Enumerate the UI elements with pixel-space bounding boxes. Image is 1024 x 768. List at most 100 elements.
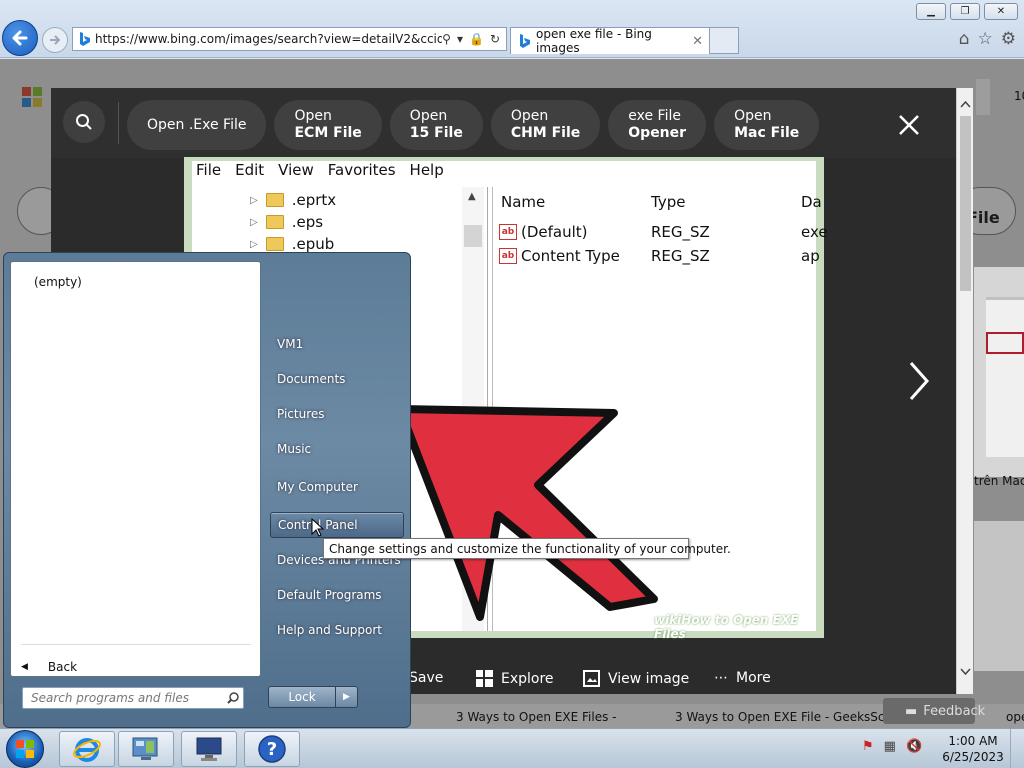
start-item-vm1[interactable]: VM1 — [270, 331, 404, 357]
related-search-chip[interactable]: Open .Exe File — [127, 100, 267, 150]
next-image-icon[interactable] — [908, 360, 930, 402]
start-item-pictures[interactable]: Pictures — [270, 401, 404, 427]
view-image-label: View image — [608, 670, 690, 687]
system-tray: ⚑ ▦ 🔇 — [862, 739, 922, 754]
clock[interactable]: 1:00 AM 6/25/2023 — [942, 733, 1004, 765]
volume-muted-icon[interactable]: 🔇 — [906, 739, 922, 754]
save-button[interactable]: Save — [409, 670, 443, 686]
view-image-button[interactable]: View image — [583, 670, 689, 687]
search-icon — [227, 692, 239, 704]
taskbar-server-manager[interactable] — [118, 731, 174, 767]
regedit-menu-item: File — [196, 161, 222, 179]
search-icon[interactable]: ⚲ — [442, 32, 451, 46]
forward-button[interactable] — [42, 27, 68, 53]
home-icon[interactable]: ⌂ — [959, 29, 970, 49]
chevron-up-icon: ▲ — [468, 191, 476, 202]
more-button[interactable]: ⋯ More — [714, 670, 771, 686]
related-caption[interactable]: ope — [1006, 710, 1024, 724]
maximize-button[interactable]: ❐ — [950, 3, 980, 20]
visual-search-button[interactable] — [63, 101, 105, 143]
tree-item: ▷ .eps — [250, 213, 324, 231]
wikihow-watermark: wikiHow to Open EXE Files — [654, 613, 799, 641]
results-count: 10 — [1014, 89, 1024, 103]
feedback-button[interactable]: ▬ Feedback — [883, 698, 985, 724]
column-header: Da — [801, 193, 822, 211]
start-menu: (empty) ◀ Back Search programs and files… — [3, 252, 411, 728]
more-label: More — [736, 670, 771, 686]
string-value-icon: ab — [499, 248, 517, 264]
related-image-thumbnail[interactable] — [974, 267, 1024, 477]
back-button[interactable]: ◀ Back — [21, 660, 77, 674]
string-value-icon: ab — [499, 224, 517, 240]
close-icon[interactable] — [894, 110, 924, 140]
registry-value-row: ab (Default) — [499, 221, 588, 243]
address-url[interactable]: https://www.bing.com/images/search?view=… — [95, 32, 442, 46]
column-header: Name — [501, 193, 546, 211]
refresh-icon[interactable]: ↻ — [490, 32, 500, 46]
address-bar[interactable]: https://www.bing.com/images/search?view=… — [72, 27, 507, 51]
control-panel-tooltip: Change settings and customize the functi… — [323, 538, 731, 559]
new-tab-button[interactable] — [710, 27, 739, 54]
svg-text:?: ? — [267, 739, 277, 760]
minimize-button[interactable]: ▁ — [916, 3, 946, 20]
lock-button[interactable]: Lock ▶ — [268, 686, 358, 708]
action-center-flag-icon[interactable]: ⚑ — [862, 739, 874, 754]
viewer-scrollbar[interactable] — [956, 88, 973, 694]
start-item-music[interactable]: Music — [270, 436, 404, 462]
clock-date: 6/25/2023 — [942, 750, 1004, 764]
related-search-chip[interactable]: exe File Opener — [608, 100, 707, 150]
show-desktop-button[interactable] — [1010, 729, 1024, 768]
back-button[interactable] — [2, 20, 38, 56]
start-item-control-panel[interactable]: Control Panel — [270, 512, 404, 538]
favorites-star-icon[interactable]: ☆ — [978, 29, 993, 49]
network-icon[interactable]: ▦ — [884, 739, 896, 754]
folder-icon — [265, 215, 284, 229]
explore-button[interactable]: Explore — [476, 670, 554, 687]
chevron-down-icon[interactable] — [960, 668, 971, 676]
taskbar: ? ⚑ ▦ 🔇 1:00 AM 6/25/2023 — [0, 728, 1024, 768]
scrollbar-thumb[interactable] — [960, 116, 971, 291]
related-caption[interactable]: 3 Ways to Open EXE File - GeeksScan — [675, 710, 899, 724]
related-search-chip[interactable]: Open CHM File — [490, 100, 601, 150]
start-item-default-programs[interactable]: Default Programs — [270, 582, 404, 608]
tab-close-icon[interactable]: ✕ — [692, 34, 709, 49]
regedit-menu-item: View — [278, 161, 314, 179]
start-search-input[interactable]: Search programs and files — [22, 687, 244, 709]
chevron-right-icon: ▷ — [250, 238, 258, 250]
taskbar-remote-desktop[interactable] — [181, 731, 237, 767]
start-item-my-computer[interactable]: My Computer — [270, 474, 404, 500]
chat-bubble-icon: ▬ — [905, 703, 918, 719]
related-search-chip[interactable]: Open ECM File — [274, 100, 382, 150]
chevron-up-icon[interactable] — [960, 100, 971, 108]
microsoft-logo-icon — [22, 87, 42, 107]
internet-explorer-icon — [73, 738, 101, 762]
windows-logo-icon — [16, 740, 34, 758]
tab-title: open exe file - Bing images — [536, 27, 652, 55]
start-item-help-support[interactable]: Help and Support — [270, 617, 404, 643]
close-window-button[interactable]: ✕ — [984, 3, 1018, 20]
bing-favicon-icon — [73, 32, 95, 46]
related-search-chip[interactable]: Open 15 File — [389, 100, 483, 150]
thumbnail-caption[interactable]: trên Mac — [974, 474, 1024, 488]
arrow-right-icon — [50, 35, 61, 45]
server-manager-icon — [132, 737, 158, 760]
related-caption[interactable]: 3 Ways to Open EXE Files - — [456, 710, 616, 724]
taskbar-help[interactable]: ? — [244, 731, 300, 767]
bing-favicon-icon — [520, 34, 530, 48]
start-button[interactable] — [6, 730, 44, 768]
shutdown-options-arrow-icon[interactable]: ▶ — [336, 687, 357, 707]
related-search-chip[interactable]: Open Mac File — [714, 100, 820, 150]
folder-icon — [265, 193, 284, 207]
tab-bing-images[interactable]: open exe file - Bing images ✕ — [510, 27, 710, 55]
dropdown-arrow-icon[interactable]: ▾ — [457, 32, 463, 46]
regedit-menu-item: Help — [409, 161, 444, 179]
regedit-menubar: File Edit View Favorites Help — [192, 161, 816, 183]
search-placeholder: Search programs and files — [31, 691, 189, 705]
start-item-documents[interactable]: Documents — [270, 366, 404, 392]
related-image-thumbnail[interactable] — [974, 521, 1024, 671]
clock-time: 1:00 AM — [948, 734, 998, 748]
lock-icon[interactable]: 🔒 — [469, 32, 484, 46]
taskbar-internet-explorer[interactable] — [59, 731, 115, 767]
settings-gear-icon[interactable]: ⚙ — [1001, 29, 1016, 49]
column-header: Type — [651, 193, 686, 211]
